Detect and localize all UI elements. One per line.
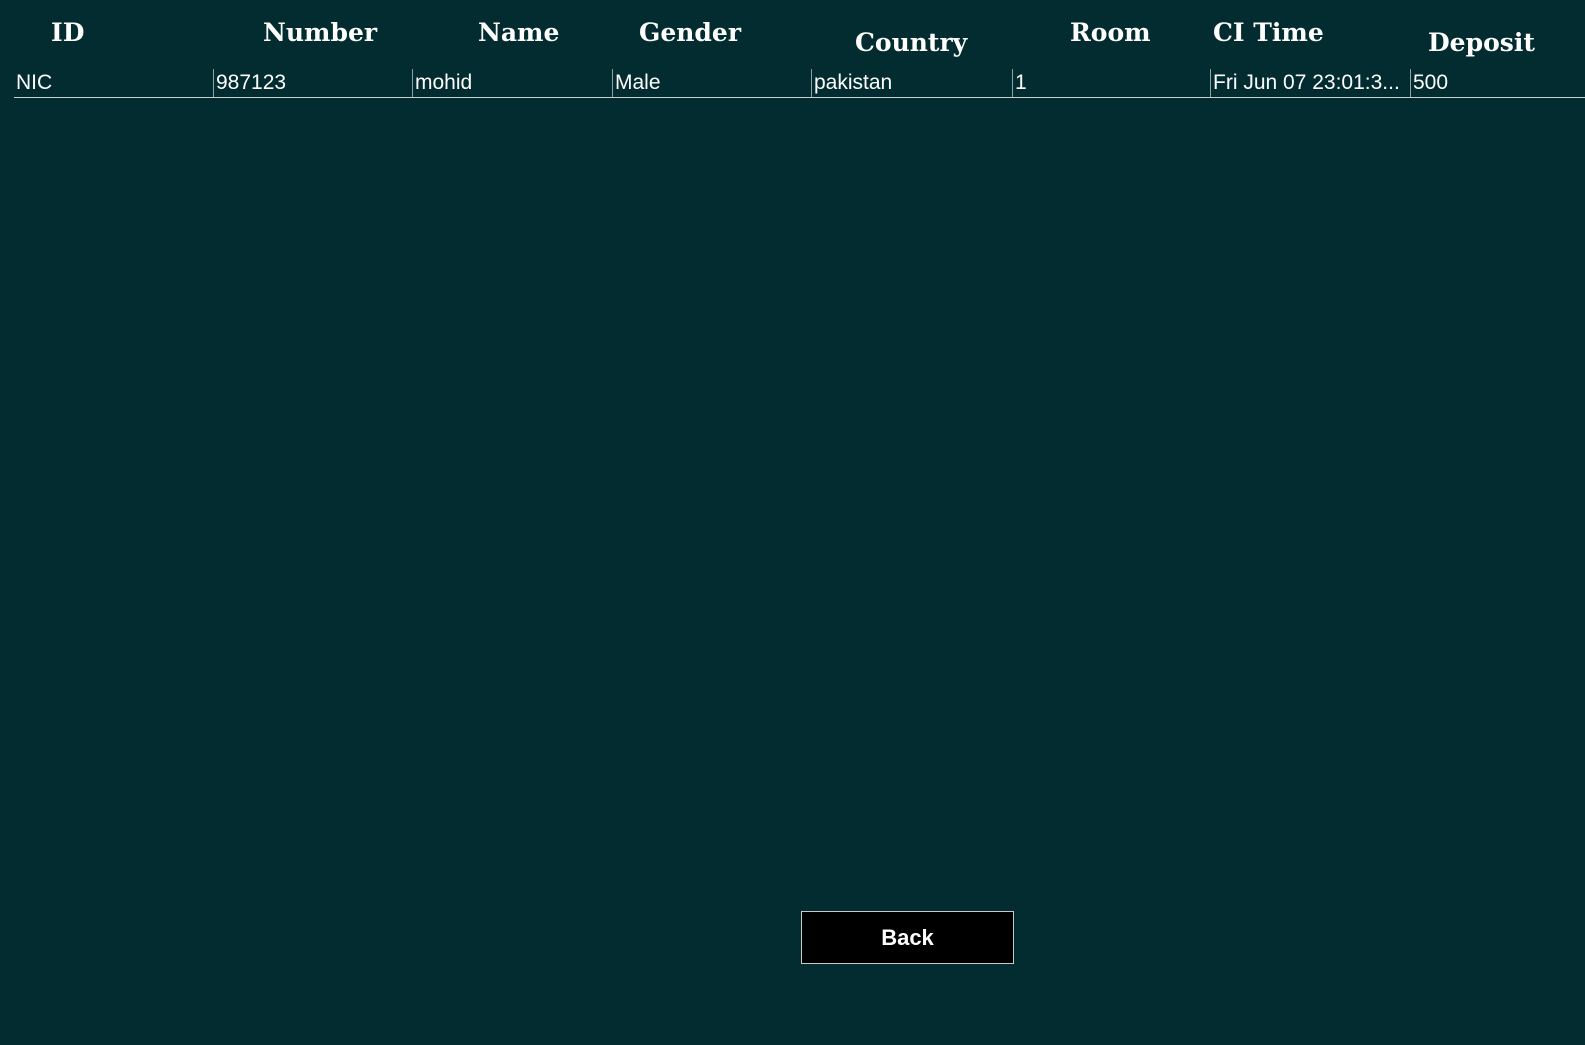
header-name: Name	[478, 18, 560, 47]
back-button[interactable]: Back	[801, 911, 1014, 964]
header-ci-time: CI Time	[1213, 18, 1324, 47]
cell-number[interactable]: 987123	[213, 69, 412, 97]
header-room: Room	[1070, 18, 1151, 47]
cell-gender[interactable]: Male	[612, 69, 811, 97]
header-number: Number	[263, 18, 378, 47]
cell-room[interactable]: 1	[1012, 69, 1210, 97]
cell-name[interactable]: mohid	[412, 69, 612, 97]
cell-deposit[interactable]: 500	[1410, 69, 1585, 97]
cell-ci-time[interactable]: Fri Jun 07 23:01:3...	[1210, 69, 1410, 97]
header-gender: Gender	[639, 18, 741, 47]
cell-country[interactable]: pakistan	[811, 69, 1012, 97]
header-deposit: Deposit	[1428, 28, 1535, 57]
header-id: ID	[51, 18, 85, 47]
cell-id[interactable]: NIC	[14, 69, 213, 97]
table-row[interactable]: NIC 987123 mohid Male pakistan 1 Fri Jun…	[14, 69, 1585, 98]
header-country: Country	[855, 28, 968, 57]
